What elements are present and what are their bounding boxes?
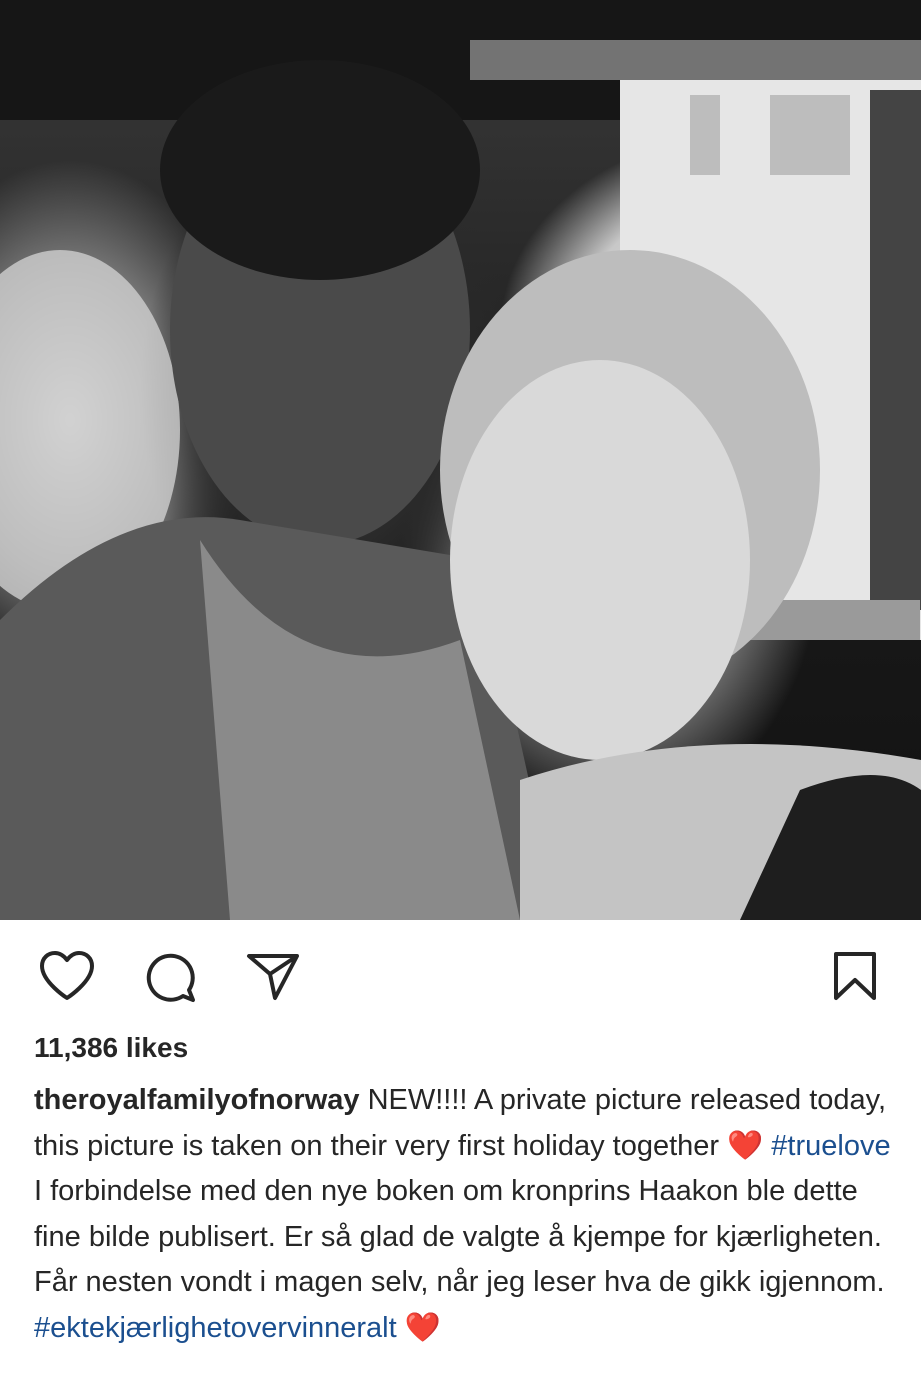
action-bar	[0, 920, 921, 1030]
post-photo[interactable]	[0, 0, 921, 920]
paper-plane-icon[interactable]	[245, 952, 301, 1007]
hashtag-ektekjaerlighet[interactable]: #ektekjærlighetovervinneralt	[34, 1312, 397, 1344]
post-photo-illustration	[0, 0, 921, 920]
heart-emoji-icon-2: ❤️	[404, 1311, 441, 1344]
heart-emoji-icon: ❤️	[727, 1129, 764, 1162]
post-caption: theroyalfamilyofnorway NEW!!!! A private…	[34, 1078, 894, 1351]
comment-bubble-icon[interactable]	[143, 950, 199, 1009]
hashtag-truelove[interactable]: #truelove	[771, 1130, 890, 1162]
heart-outline-icon[interactable]	[38, 950, 96, 1007]
likes-count[interactable]: 11,386 likes	[34, 1032, 188, 1064]
caption-username[interactable]: theroyalfamilyofnorway	[34, 1084, 360, 1116]
bookmark-outline-icon[interactable]	[832, 950, 878, 1007]
caption-text-2: I forbindelse med den nye boken om kronp…	[34, 1175, 885, 1298]
